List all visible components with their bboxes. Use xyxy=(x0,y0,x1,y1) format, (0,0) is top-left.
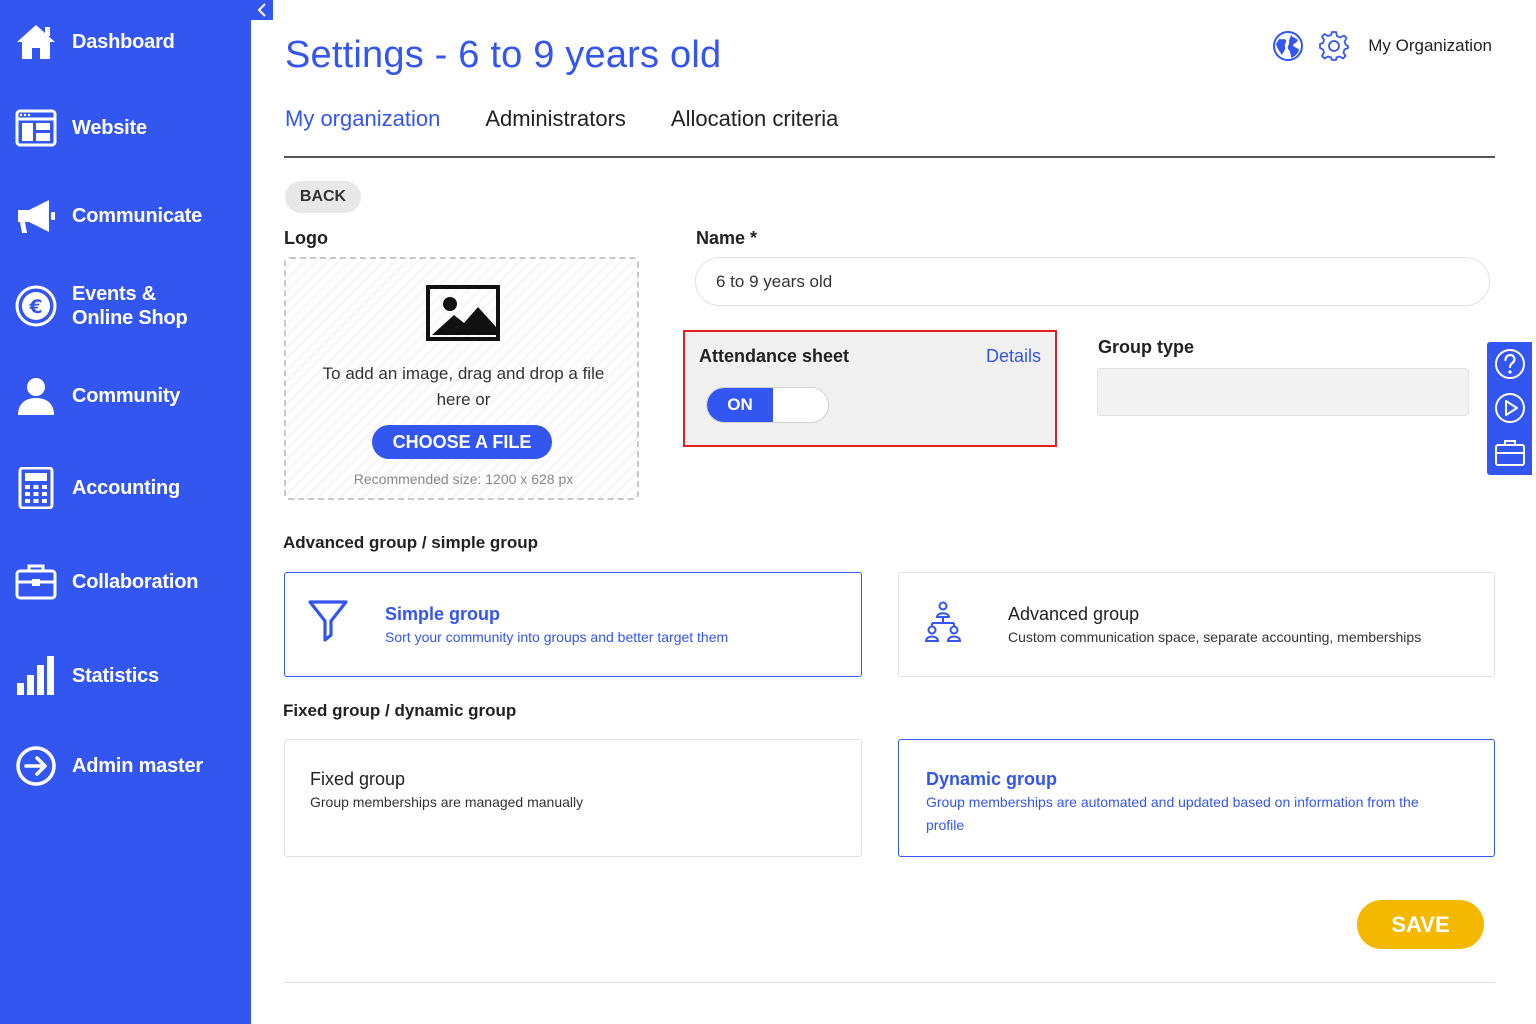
sidebar-item-label: Events & Online Shop xyxy=(72,283,188,329)
attendance-sheet-panel: Attendance sheet Details ON xyxy=(683,330,1057,447)
sidebar-item-events-shop[interactable]: € Events & Online Shop xyxy=(0,282,251,330)
attendance-sheet-label: Attendance sheet xyxy=(699,346,850,366)
details-link[interactable]: Details xyxy=(986,346,1041,367)
sidebar-item-dashboard[interactable]: Dashboard xyxy=(0,20,251,64)
bar-chart-icon xyxy=(14,654,58,698)
advanced-simple-section-label: Advanced group / simple group xyxy=(283,533,539,552)
sidebar-item-label: Dashboard xyxy=(72,31,175,53)
dynamic-group-description: Group memberships are automated and upda… xyxy=(926,794,1419,833)
simple-group-description: Sort your community into groups and bett… xyxy=(385,629,729,645)
sidebar-item-label: Website xyxy=(72,117,147,139)
tabs-divider xyxy=(284,156,1495,158)
name-input[interactable] xyxy=(695,257,1490,306)
sidebar-item-label: Admin master xyxy=(72,755,203,777)
svg-text:€: € xyxy=(28,296,42,318)
sidebar-item-label: Communicate xyxy=(72,205,203,227)
fixed-group-title: Fixed group xyxy=(310,769,406,789)
sidebar-item-communicate[interactable]: Communicate xyxy=(0,194,251,238)
advanced-group-description: Custom communication space, separate acc… xyxy=(1008,629,1422,645)
user-icon xyxy=(14,374,58,418)
sidebar-item-website[interactable]: Website xyxy=(0,106,251,150)
tab-bar: My organization Administrators Allocatio… xyxy=(285,106,838,136)
simple-group-title: Simple group xyxy=(385,604,501,624)
sidebar-item-label: Accounting xyxy=(72,477,180,499)
toggle-on-label: ON xyxy=(707,388,773,422)
tab-allocation-criteria[interactable]: Allocation criteria xyxy=(671,106,839,136)
fixed-group-option[interactable]: Fixed group Group memberships are manage… xyxy=(284,739,862,857)
organization-menu[interactable]: My Organization xyxy=(1368,36,1492,56)
dropzone-text: To add an image, drag and drop a file he… xyxy=(322,364,605,409)
briefcase-icon xyxy=(14,560,58,604)
advanced-group-title: Advanced group xyxy=(1008,604,1140,624)
euro-icon: € xyxy=(14,284,58,328)
name-label: Name * xyxy=(696,228,758,248)
fixed-group-description: Group memberships are managed manually xyxy=(310,794,584,810)
gear-icon[interactable] xyxy=(1318,30,1350,62)
help-icon[interactable] xyxy=(1493,347,1526,380)
image-icon xyxy=(426,285,500,341)
page-title: Settings - 6 to 9 years old xyxy=(285,34,722,76)
save-button[interactable]: SAVE xyxy=(1357,900,1484,949)
advanced-group-option[interactable]: Advanced group Custom communication spac… xyxy=(898,572,1495,677)
megaphone-icon xyxy=(14,194,58,238)
calculator-icon xyxy=(14,466,58,510)
sidebar: Dashboard Website Communicate € Events &… xyxy=(0,0,251,1024)
collapse-sidebar-button[interactable] xyxy=(251,0,273,20)
hierarchy-users-icon xyxy=(924,601,962,642)
funnel-icon xyxy=(308,600,348,642)
dynamic-group-title: Dynamic group xyxy=(926,769,1058,789)
top-right-toolbar: My Organization xyxy=(1272,30,1492,62)
simple-group-option[interactable]: Simple group Sort your community into gr… xyxy=(284,572,862,677)
globe-icon[interactable] xyxy=(1272,30,1304,62)
sidebar-item-admin-master[interactable]: Admin master xyxy=(0,744,251,788)
back-button[interactable]: BACK xyxy=(285,181,361,213)
sidebar-item-statistics[interactable]: Statistics xyxy=(0,654,251,698)
website-icon xyxy=(14,106,58,150)
arrow-circle-icon xyxy=(14,744,58,788)
sidebar-item-community[interactable]: Community xyxy=(0,374,251,418)
footer-divider xyxy=(284,982,1495,983)
choose-file-button[interactable]: CHOOSE A FILE xyxy=(372,425,552,459)
sidebar-item-collaboration[interactable]: Collaboration xyxy=(0,560,251,604)
group-type-select[interactable] xyxy=(1097,368,1469,416)
tab-administrators[interactable]: Administrators xyxy=(485,106,626,136)
chevron-left-icon xyxy=(257,3,266,17)
sidebar-item-label: Collaboration xyxy=(72,571,199,593)
logo-dropzone[interactable]: To add an image, drag and drop a file he… xyxy=(284,257,639,500)
logo-label: Logo xyxy=(284,228,328,248)
home-icon xyxy=(14,20,58,64)
tab-my-organization[interactable]: My organization xyxy=(285,106,440,136)
group-type-label: Group type xyxy=(1098,337,1195,357)
toolbox-icon[interactable] xyxy=(1493,435,1526,468)
sidebar-item-label: Community xyxy=(72,385,181,407)
recommended-size-hint: Recommended size: 1200 x 628 px xyxy=(353,471,574,487)
floating-help-toolbar xyxy=(1487,342,1532,475)
attendance-toggle[interactable]: ON xyxy=(706,387,829,423)
sidebar-item-label: Statistics xyxy=(72,665,159,687)
sidebar-item-accounting[interactable]: Accounting xyxy=(0,466,251,510)
fixed-dynamic-section-label: Fixed group / dynamic group xyxy=(283,701,517,720)
play-video-icon[interactable] xyxy=(1493,391,1526,424)
dynamic-group-option[interactable]: Dynamic group Group memberships are auto… xyxy=(898,739,1495,857)
